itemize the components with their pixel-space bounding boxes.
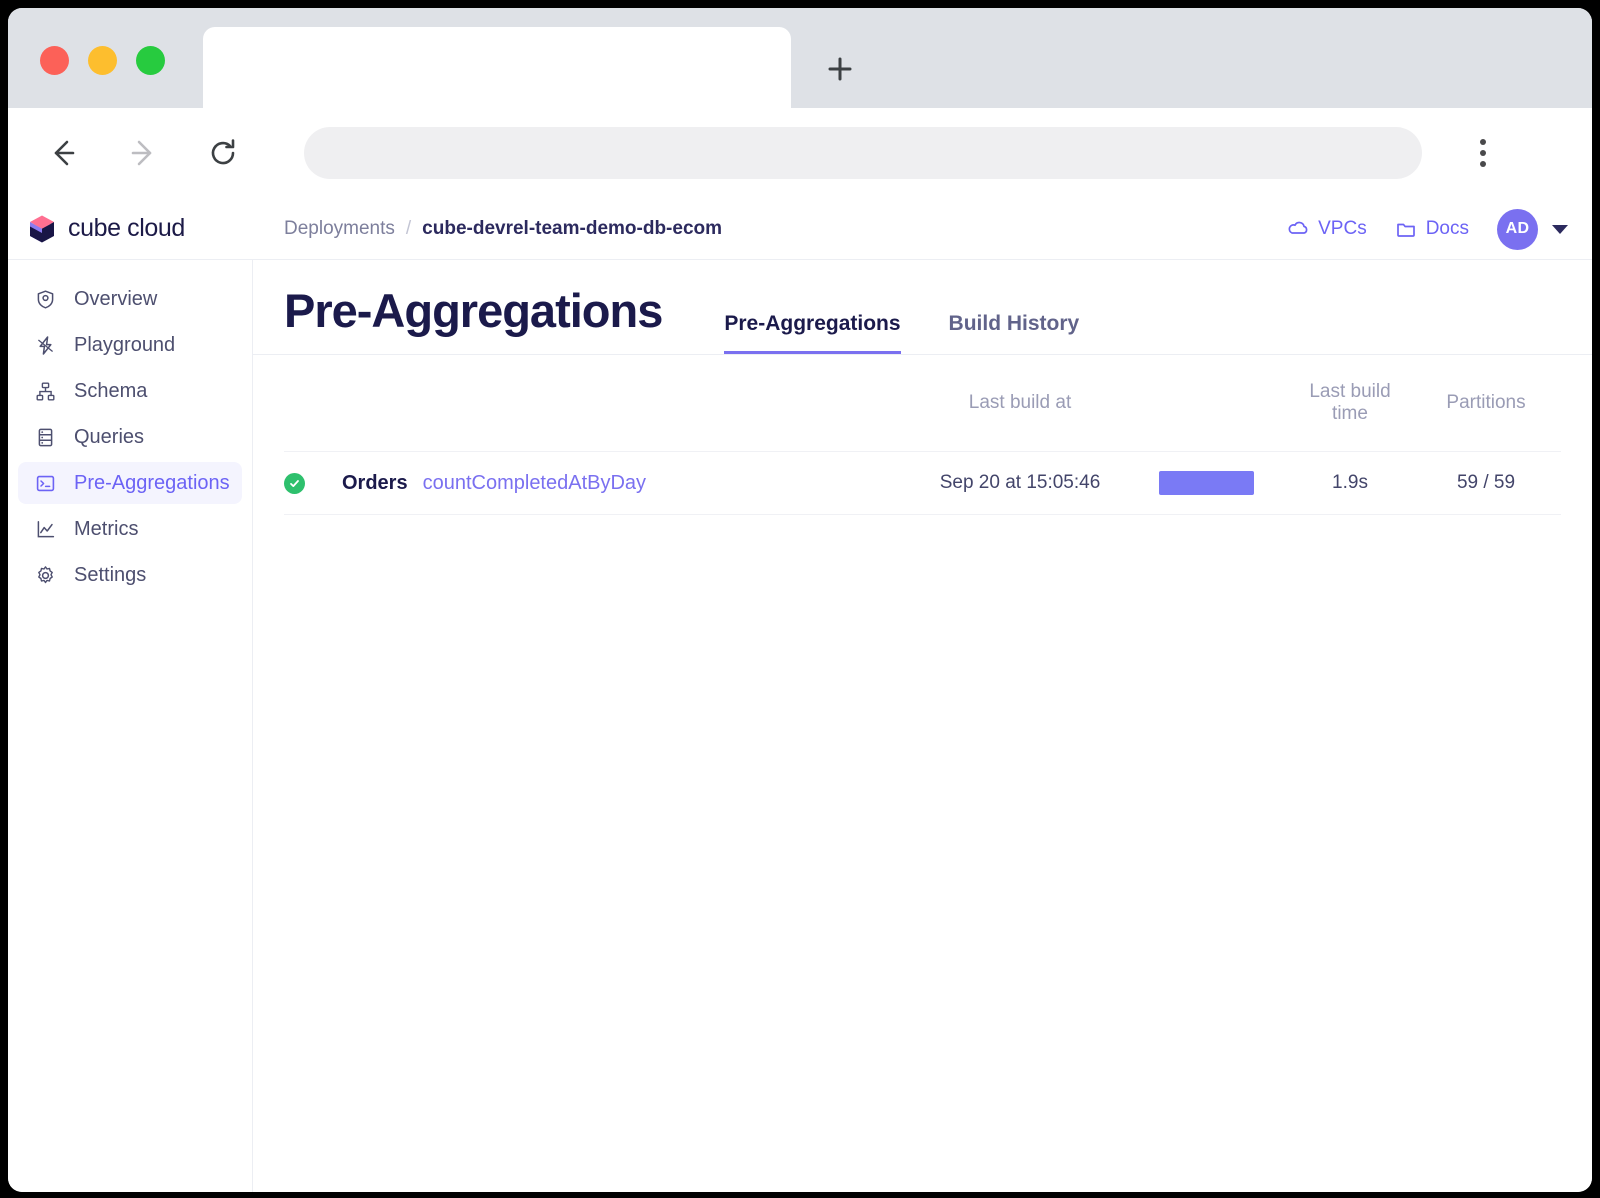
sidebar-item-pre-aggregations[interactable]: Pre-Aggregations (18, 462, 242, 504)
row-last-build-at: Sep 20 at 15:05:46 (939, 472, 1101, 493)
cube-logo-icon (30, 215, 54, 242)
page-tabs: Pre-Aggregations Build History (724, 260, 1079, 354)
column-header-last-build-at: Last build at (968, 392, 1072, 413)
app-body: Overview Playground Schema Queries Pre-A… (8, 260, 1592, 1192)
reload-button[interactable] (196, 126, 250, 180)
vpcs-label: VPCs (1318, 218, 1367, 239)
table-header-row: Last build at Last build time Partitions (284, 355, 1561, 451)
menu-dot-icon (1480, 150, 1486, 156)
menu-dot-icon (1480, 161, 1486, 167)
browser-tab-strip (8, 8, 1592, 108)
back-button[interactable] (36, 126, 90, 180)
sidebar-item-schema[interactable]: Schema (18, 370, 242, 412)
browser-menu-button[interactable] (1462, 129, 1504, 177)
content-header: Pre-Aggregations Pre-Aggregations Build … (253, 260, 1592, 355)
gear-icon (34, 564, 56, 586)
page-title: Pre-Aggregations (284, 284, 663, 337)
build-duration-bar (1158, 471, 1254, 495)
sidebar-item-label: Playground (74, 333, 176, 356)
main-content: Pre-Aggregations Pre-Aggregations Build … (253, 260, 1592, 1192)
sitemap-icon (34, 380, 56, 402)
column-header-last-build-time: Last build time (1309, 381, 1391, 424)
browser-window: cube cloud Deployments / cube-devrel-tea… (8, 8, 1592, 1192)
sidebar-item-playground[interactable]: Playground (18, 324, 242, 366)
row-name: Orders countCompletedAtByDay (342, 472, 917, 495)
success-check-icon (284, 472, 305, 494)
url-bar[interactable] (304, 127, 1422, 179)
chevron-down-icon[interactable] (1552, 224, 1568, 234)
tab-pre-aggregations[interactable]: Pre-Aggregations (724, 313, 901, 354)
row-build-bar (1123, 471, 1289, 495)
brand-home-link[interactable]: cube cloud (8, 213, 253, 245)
bolt-icon (34, 334, 56, 356)
brand-name: cube cloud (68, 214, 185, 242)
browser-tab[interactable] (203, 27, 791, 108)
menu-dot-icon (1480, 139, 1486, 145)
avatar[interactable]: AD (1497, 208, 1538, 250)
reload-icon (211, 139, 235, 165)
line-chart-icon (34, 518, 56, 540)
cloud-icon (1288, 221, 1308, 234)
sidebar-item-queries[interactable]: Queries (18, 416, 242, 458)
sidebar-item-settings[interactable]: Settings (18, 554, 242, 596)
sidebar-item-label: Schema (74, 379, 148, 402)
header-actions: VPCs Docs AD (1287, 198, 1568, 260)
row-status (284, 472, 342, 494)
cube-name: Orders (342, 471, 408, 494)
sidebar-item-overview[interactable]: Overview (18, 278, 242, 320)
app-header: cube cloud Deployments / cube-devrel-tea… (8, 198, 1592, 260)
sidebar-item-label: Settings (74, 563, 147, 586)
forward-button[interactable] (116, 126, 170, 180)
sidebar-item-label: Overview (74, 287, 158, 310)
shield-icon (34, 288, 56, 310)
docs-label: Docs (1425, 218, 1469, 239)
database-icon (34, 426, 56, 448)
forward-arrow-icon (131, 140, 152, 166)
minimize-window-button[interactable] (88, 46, 117, 75)
row-last-build-time: 1.9s (1332, 472, 1368, 493)
sidebar-item-label: Pre-Aggregations (74, 471, 230, 494)
breadcrumb-separator: / (405, 217, 412, 239)
table-row[interactable]: Orders countCompletedAtByDay Sep 20 at 1… (284, 451, 1561, 515)
browser-toolbar (8, 108, 1592, 198)
tab-build-history[interactable]: Build History (949, 313, 1080, 354)
new-tab-button[interactable] (813, 46, 867, 92)
maximize-window-button[interactable] (136, 46, 165, 75)
breadcrumb-current-deployment[interactable]: cube-devrel-team-demo-db-ecom (422, 218, 722, 240)
folder-icon (1396, 223, 1415, 237)
pre-aggregations-table: Last build at Last build time Partitions (253, 355, 1592, 515)
breadcrumb: Deployments / cube-devrel-team-demo-db-e… (284, 218, 722, 240)
row-partitions: 59 / 59 (1456, 472, 1516, 493)
sidebar-item-label: Queries (74, 425, 145, 448)
sidebar: Overview Playground Schema Queries Pre-A… (8, 260, 253, 1192)
breadcrumb-deployments-link[interactable]: Deployments (284, 218, 395, 240)
sidebar-item-metrics[interactable]: Metrics (18, 508, 242, 550)
close-window-button[interactable] (40, 46, 69, 75)
docs-link[interactable]: Docs (1395, 218, 1469, 240)
window-controls (40, 46, 165, 75)
column-header-partitions: Partitions (1446, 392, 1526, 413)
back-arrow-icon (54, 140, 75, 166)
page-viewport: cube cloud Deployments / cube-devrel-tea… (8, 198, 1592, 1192)
terminal-icon (34, 472, 56, 494)
sidebar-item-label: Metrics (74, 517, 139, 540)
pre-aggregation-name-link[interactable]: countCompletedAtByDay (423, 472, 646, 495)
vpcs-link[interactable]: VPCs (1287, 218, 1367, 240)
